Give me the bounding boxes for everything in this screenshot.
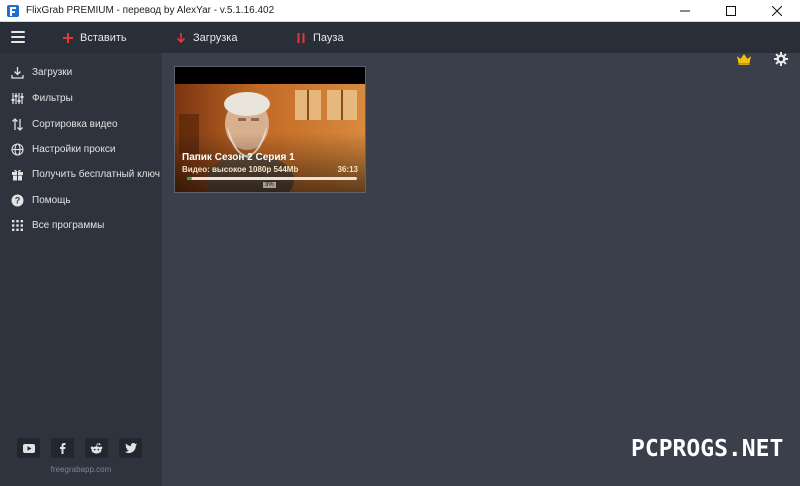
watermark: PCPROGS.NET — [631, 436, 784, 462]
sort-icon — [10, 117, 24, 131]
reddit-button[interactable] — [85, 438, 108, 458]
download-info: Папик Сезон 2 Серия 1 Видео: высокое 108… — [175, 150, 365, 192]
close-icon — [772, 6, 782, 16]
sidebar-item-free-key[interactable]: Получить бесплатный ключ — [0, 162, 162, 186]
sidebar: Загрузки Фильтры Сортировка видео Настро… — [0, 53, 162, 486]
download-card[interactable]: Папик Сезон 2 Серия 1 Видео: высокое 108… — [174, 66, 366, 193]
facebook-icon — [60, 442, 66, 454]
filter-sliders-icon — [10, 91, 24, 105]
sidebar-item-sort[interactable]: Сортировка видео — [0, 112, 162, 136]
site-link[interactable]: freegrabapp.com — [0, 465, 162, 474]
main-toolbar: Вставить Загрузка Пауза — [0, 22, 800, 66]
close-button[interactable] — [754, 0, 800, 22]
sidebar-item-label: Помощь — [32, 194, 71, 206]
download-icon — [10, 65, 24, 79]
download-progress-bar — [187, 177, 357, 180]
sidebar-item-all-programs[interactable]: Все программы — [0, 213, 162, 237]
reddit-icon — [90, 442, 103, 454]
sidebar-item-label: Фильтры — [32, 92, 73, 104]
minimize-button[interactable] — [662, 0, 708, 22]
arrow-down-icon — [175, 32, 187, 44]
gift-icon — [10, 167, 24, 181]
window-title: FlixGrab PREMIUM - перевод by AlexYar - … — [26, 5, 275, 16]
twitter-icon — [124, 443, 137, 453]
minimize-icon — [680, 10, 690, 12]
maximize-button[interactable] — [708, 0, 754, 22]
app-logo-icon — [7, 4, 19, 17]
download-progress-fill — [187, 177, 193, 180]
pause-button[interactable]: Пауза — [295, 22, 344, 53]
pause-icon — [295, 32, 307, 44]
sidebar-item-filters[interactable]: Фильтры — [0, 86, 162, 110]
globe-icon — [10, 142, 24, 156]
sidebar-item-label: Настройки прокси — [32, 143, 116, 155]
sidebar-item-label: Загрузки — [32, 66, 73, 78]
download-button[interactable]: Загрузка — [175, 22, 237, 53]
video-meta: Видео: высокое 1080p 544Mb — [182, 165, 299, 174]
video-duration: 36:13 — [337, 165, 358, 174]
plus-icon — [62, 32, 74, 44]
sidebar-item-proxy[interactable]: Настройки прокси — [0, 137, 162, 161]
youtube-icon — [22, 443, 35, 453]
facebook-button[interactable] — [51, 438, 74, 458]
sidebar-item-label: Сортировка видео — [32, 118, 118, 130]
download-label: Загрузка — [193, 31, 238, 44]
maximize-icon — [726, 6, 736, 16]
svg-text:?: ? — [14, 195, 20, 205]
sidebar-item-downloads[interactable]: Загрузки — [0, 60, 162, 84]
sidebar-item-label: Получить бесплатный ключ — [32, 168, 160, 180]
gear-icon[interactable] — [774, 52, 788, 66]
grid-dots-icon — [10, 218, 24, 232]
sidebar-item-label: Все программы — [32, 219, 105, 231]
insert-label: Вставить — [80, 31, 127, 44]
window-titlebar: FlixGrab PREMIUM - перевод by AlexYar - … — [0, 0, 800, 22]
download-progress-label: 3% — [263, 182, 276, 188]
crown-icon[interactable] — [736, 53, 752, 65]
menu-hamburger-icon[interactable] — [11, 31, 25, 43]
video-title: Папик Сезон 2 Серия 1 — [182, 152, 295, 163]
help-icon: ? — [10, 193, 24, 207]
twitter-button[interactable] — [119, 438, 142, 458]
social-links — [17, 438, 153, 458]
sidebar-item-help[interactable]: ? Помощь — [0, 188, 162, 212]
pause-label: Пауза — [313, 31, 344, 44]
youtube-button[interactable] — [17, 438, 40, 458]
insert-button[interactable]: Вставить — [62, 22, 127, 53]
